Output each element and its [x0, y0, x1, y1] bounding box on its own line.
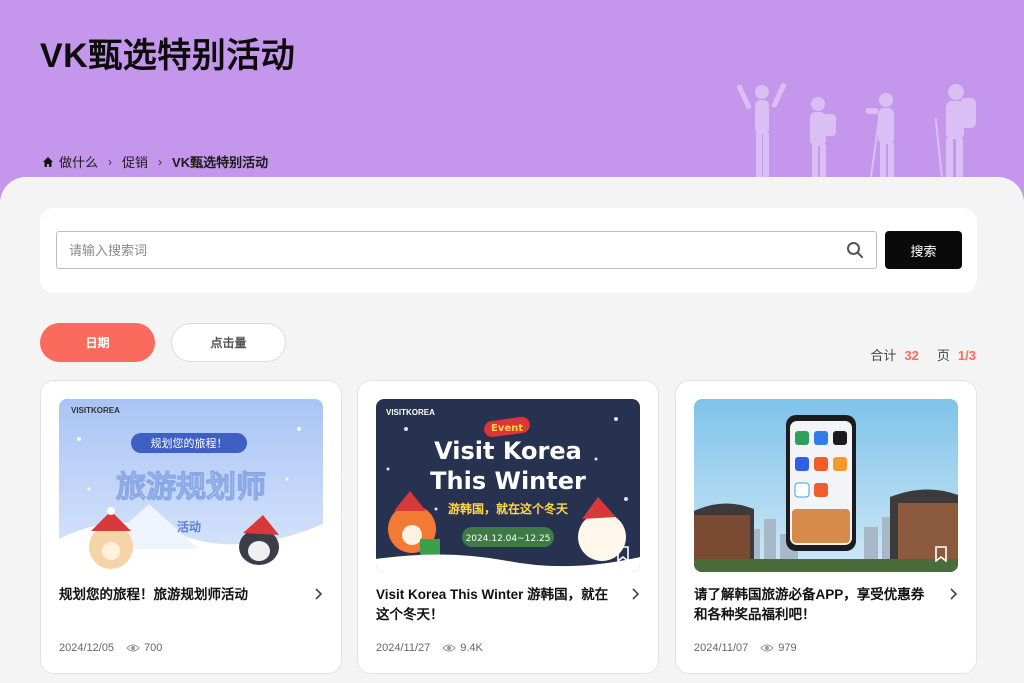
bookmark-icon[interactable] — [299, 546, 313, 562]
thumbnail-badge: Event — [491, 423, 523, 434]
event-card[interactable]: VISITKOREA 规划您的旅程！ 旅游规划师 活动 规划您的旅程！旅游规划师… — [40, 380, 342, 674]
sort-by-clicks-button[interactable]: 点击量 — [171, 323, 286, 362]
event-title[interactable]: 请了解韩国旅游必备APP，享受优惠券和各种奖品福利吧！ — [694, 585, 932, 625]
thumbnail-subtext: 游韩国，就在这个冬天 — [448, 501, 569, 516]
event-title[interactable]: Visit Korea This Winter 游韩国，就在这个冬天！ — [376, 585, 614, 625]
eye-icon — [442, 644, 456, 652]
thumbnail-headline-line1: Visit Korea — [434, 437, 582, 465]
event-card[interactable]: VISITKOREA Event Visit Korea This Winter… — [357, 380, 659, 674]
visitkorea-logo: VISITKOREA — [386, 408, 435, 417]
hikers-illustration — [736, 83, 976, 184]
chevron-right-icon[interactable] — [313, 587, 323, 601]
event-thumbnail[interactable]: VISITKOREA Event Visit Korea This Winter… — [376, 399, 640, 572]
page-title: VK甄选特别活动 — [40, 37, 296, 75]
search-button[interactable]: 搜索 — [885, 231, 962, 269]
event-views: 9.4K — [460, 642, 483, 654]
search-panel: 搜索 — [40, 208, 977, 293]
bookmark-icon[interactable] — [616, 546, 630, 562]
breadcrumb-separator-icon: › — [108, 154, 113, 169]
event-thumbnail[interactable]: VISITKOREA 规划您的旅程！ 旅游规划师 活动 — [59, 399, 323, 572]
thumbnail-headline-line2: This Winter — [430, 467, 586, 495]
event-date: 2024/11/27 — [376, 642, 431, 654]
event-thumbnail[interactable] — [694, 399, 958, 572]
main-content: 搜索 日期 点击量 合计 32 页 1/3 VISITKOREA — [0, 177, 1024, 683]
event-card[interactable]: 请了解韩国旅游必备APP，享受优惠券和各种奖品福利吧！ 2024/11/07 9… — [675, 380, 977, 674]
event-date: 2024/12/05 — [59, 642, 115, 654]
thumbnail-headline: 旅游规划师 — [116, 470, 266, 505]
search-icon[interactable] — [846, 241, 864, 259]
breadcrumb-item-what-to-do[interactable]: 做什么 — [59, 152, 98, 171]
thumbnail-dates: 2024.12.04~12.25 — [466, 534, 551, 544]
eye-icon — [760, 644, 774, 652]
event-date: 2024/11/07 — [694, 642, 749, 654]
event-views: 700 — [144, 642, 163, 654]
total-label: 合计 — [870, 348, 897, 363]
event-views: 979 — [778, 642, 797, 654]
thumbnail-subtext: 活动 — [177, 519, 201, 534]
total-count: 32 — [904, 348, 919, 363]
chevron-right-icon[interactable] — [630, 587, 640, 601]
event-title[interactable]: 规划您的旅程！旅游规划师活动 — [59, 585, 297, 605]
search-box — [56, 231, 877, 269]
event-meta: 2024/11/07 979 — [694, 642, 797, 654]
home-icon[interactable] — [42, 156, 54, 168]
page-indicator: 1/3 — [957, 348, 976, 363]
thumbnail-banner-text: 规划您的旅程！ — [151, 436, 228, 450]
search-input[interactable] — [57, 232, 817, 268]
event-meta: 2024/12/05 700 — [59, 642, 162, 654]
eye-icon — [126, 644, 140, 652]
event-meta: 2024/11/27 9.4K — [376, 642, 483, 654]
hero-banner: VK甄选特别活动 做什么 › 促销 › VK甄选特别活动 — [0, 0, 1024, 205]
sort-by-date-button[interactable]: 日期 — [40, 323, 155, 362]
visitkorea-logo: VISITKOREA — [71, 406, 120, 415]
page-label: 页 — [936, 348, 950, 363]
bookmark-icon[interactable] — [934, 546, 948, 562]
results-summary: 合计 32 页 1/3 — [870, 345, 976, 364]
breadcrumb-item-current: VK甄选特别活动 — [172, 155, 269, 170]
breadcrumb-item-promotion[interactable]: 促销 — [122, 152, 148, 171]
chevron-right-icon[interactable] — [948, 587, 958, 601]
breadcrumb-separator-icon: › — [158, 154, 163, 169]
breadcrumb: 做什么 › 促销 › VK甄选特别活动 — [42, 152, 268, 171]
